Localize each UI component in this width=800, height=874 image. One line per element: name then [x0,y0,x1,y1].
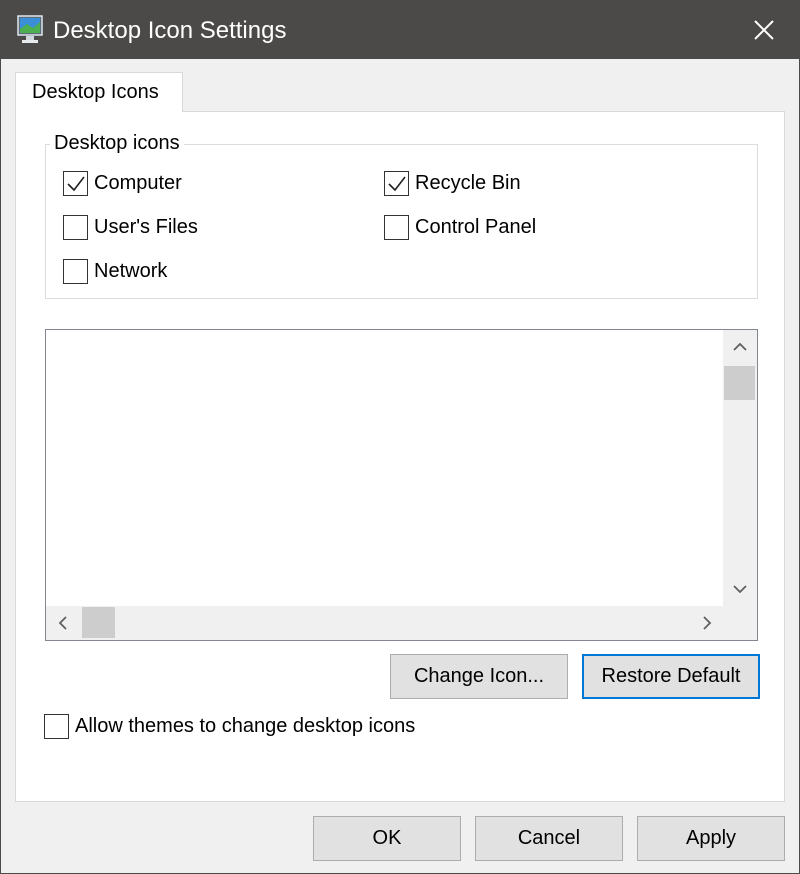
horizontal-scroll-thumb[interactable] [82,607,115,638]
chevron-right-icon [703,616,712,630]
vertical-scrollbar[interactable] [723,330,757,606]
monitor-icon [17,14,43,46]
scrollbar-corner [723,606,757,640]
users-files-checkbox[interactable]: User's Files [63,215,198,240]
window-title: Desktop Icon Settings [53,17,287,44]
scroll-down-button[interactable] [723,572,757,606]
icon-list-view[interactable] [45,329,758,641]
checkbox-label: Network [94,260,168,282]
checkbox-box[interactable] [63,259,88,284]
chevron-down-icon [733,585,747,594]
checkbox-box[interactable] [44,714,69,739]
checkbox-label: Control Panel [415,216,537,238]
button-label: Cancel [517,827,581,849]
close-icon [754,20,774,40]
checkbox-label: Recycle Bin [415,172,521,194]
recycle-bin-checkbox[interactable]: Recycle Bin [384,171,521,196]
horizontal-scrollbar[interactable] [46,606,724,640]
computer-checkbox[interactable]: Computer [63,171,182,196]
checkbox-label: Allow themes to change desktop icons [75,715,416,737]
checkbox-box[interactable] [63,215,88,240]
apply-button[interactable]: Apply [637,816,785,861]
network-checkbox[interactable]: Network [63,259,167,284]
cancel-button[interactable]: Cancel [475,816,623,861]
checkbox-box[interactable] [384,171,409,196]
scroll-right-button[interactable] [690,606,724,640]
change-icon-button[interactable]: Change Icon... [390,654,568,699]
tab-panel: Desktop icons Computer Recycle Bin User'… [15,111,785,802]
dialog-window: Desktop Icon Settings Desktop Icons Desk… [0,0,800,874]
ok-button[interactable]: OK [313,816,461,861]
restore-default-button[interactable]: Restore Default [582,654,760,699]
close-button[interactable] [729,1,799,59]
button-label: Restore Default [601,665,741,687]
tab-desktop-icons[interactable]: Desktop Icons [15,72,183,112]
checkbox-box[interactable] [63,171,88,196]
button-label: Change Icon... [413,665,545,687]
vertical-scroll-thumb[interactable] [724,366,755,400]
checkmark-icon [66,176,85,191]
checkbox-label: User's Files [94,216,198,238]
scroll-left-button[interactable] [46,606,80,640]
chevron-up-icon [733,342,747,351]
checkbox-label: Computer [94,172,182,194]
checkbox-box[interactable] [384,215,409,240]
control-panel-checkbox[interactable]: Control Panel [384,215,536,240]
button-label: OK [372,827,402,849]
checkmark-icon [387,176,406,191]
tab-label: Desktop Icons [32,81,159,103]
group-legend: Desktop icons [50,132,184,155]
title-bar[interactable]: Desktop Icon Settings [1,1,799,59]
allow-themes-checkbox[interactable]: Allow themes to change desktop icons [44,714,415,739]
scroll-up-button[interactable] [723,330,757,364]
button-label: Apply [685,827,737,849]
chevron-left-icon [58,616,67,630]
desktop-icons-group: Desktop icons Computer Recycle Bin User'… [45,132,758,299]
